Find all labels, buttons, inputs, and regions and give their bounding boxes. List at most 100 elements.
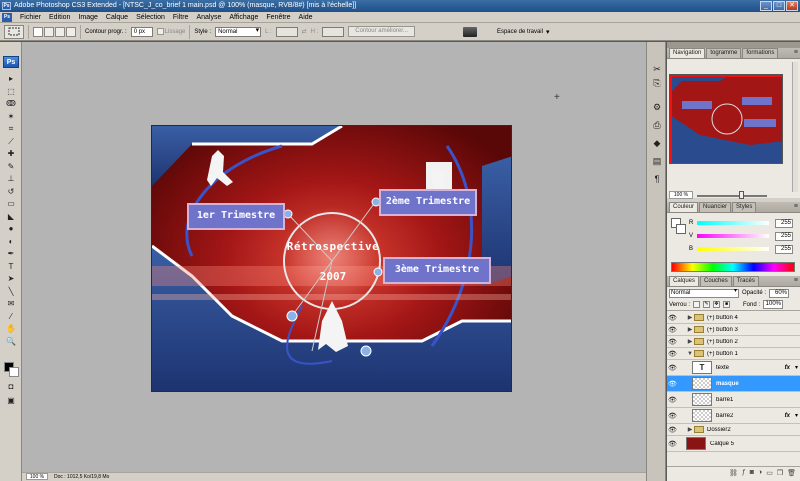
type-icon[interactable]: T	[4, 262, 18, 272]
workspace-menu[interactable]: Espace de travail ▾	[497, 28, 550, 36]
panel-menu-icon[interactable]: ≡	[794, 203, 798, 210]
layer-group-row[interactable]: 👁 ▶ (+) button 3	[667, 324, 800, 336]
path-select-icon[interactable]: ➤	[4, 274, 18, 284]
eraser-icon[interactable]: ▭	[4, 199, 18, 209]
visibility-eye-icon[interactable]: 👁	[667, 396, 678, 404]
menu-aide[interactable]: Aide	[295, 12, 317, 23]
dock-tool-icon[interactable]: ▤	[651, 156, 663, 166]
navigator-slider-thumb[interactable]	[739, 191, 744, 199]
lock-all-icon[interactable]: ■	[723, 301, 731, 308]
add-mask-icon[interactable]: ◙	[750, 469, 754, 476]
layer-row[interactable]: 👁 barre1	[667, 392, 800, 408]
tool-preset-picker[interactable]	[4, 24, 24, 39]
lock-pixels-icon[interactable]: ✎	[703, 301, 711, 308]
menu-analyse[interactable]: Analyse	[192, 12, 225, 23]
visibility-eye-icon[interactable]: 👁	[667, 364, 678, 372]
chevron-down-icon[interactable]: ▾	[795, 412, 798, 419]
visibility-eye-icon[interactable]: 👁	[667, 380, 678, 388]
navigator-view-box[interactable]	[670, 75, 782, 163]
tab-traces[interactable]: Tracés	[732, 276, 759, 286]
tab-couches[interactable]: Couches	[700, 276, 732, 286]
minimize-button[interactable]: _	[760, 1, 772, 11]
menu-calque[interactable]: Calque	[102, 12, 132, 23]
navigator-scrollbar[interactable]	[792, 62, 798, 192]
color-spectrum[interactable]	[671, 262, 795, 272]
doc-size[interactable]: Doc : 1012,5 Ko/19,8 Mo	[54, 473, 109, 481]
screen-mode-icon[interactable]: ▣	[4, 396, 18, 406]
background-color-swatch[interactable]	[9, 367, 19, 377]
menu-filtre[interactable]: Filtre	[169, 12, 193, 23]
tab-histogramme[interactable]: togramme	[706, 48, 742, 58]
move-icon[interactable]: ▸	[4, 74, 18, 84]
chevron-right-icon[interactable]: ▶	[686, 326, 694, 333]
q2-button-label[interactable]: 2ème Trimestre	[382, 196, 474, 207]
tab-informations[interactable]: formations	[742, 48, 779, 58]
q3-button-label[interactable]: 3ème Trimestre	[386, 264, 488, 275]
bucket-icon[interactable]: ◣	[4, 212, 18, 222]
red-value[interactable]: 255	[775, 218, 793, 228]
blue-value[interactable]: 255	[775, 244, 793, 254]
layer-group-row[interactable]: 👁 ▶ (+) button 4	[667, 312, 800, 324]
add-style-icon[interactable]: ƒ	[742, 469, 746, 476]
chevron-right-icon[interactable]: ▶	[686, 314, 694, 321]
dock-tool-icon[interactable]: ⎙	[651, 120, 663, 130]
link-layers-icon[interactable]: ⛓	[729, 469, 738, 477]
hand-icon[interactable]: ✋	[4, 324, 18, 334]
layer-effects-icon[interactable]: fx	[785, 365, 790, 371]
width-input[interactable]	[275, 26, 298, 37]
blend-mode-select[interactable]: Normal	[669, 288, 739, 298]
new-group-icon[interactable]: ▭	[766, 469, 773, 477]
zoom-field[interactable]: 100 %	[26, 473, 48, 480]
pen-icon[interactable]: ✒	[4, 249, 18, 259]
panel-menu-icon[interactable]: ≡	[794, 49, 798, 56]
style-select[interactable]: Normal	[215, 26, 262, 37]
history-brush-icon[interactable]: ↺	[4, 187, 18, 197]
crop-icon[interactable]: ⌗	[4, 124, 18, 134]
close-button[interactable]: ✕	[786, 1, 798, 11]
layer-row[interactable]: 👁 masque	[667, 376, 800, 392]
tab-couleur[interactable]: Couleur	[669, 202, 699, 212]
blue-slider[interactable]	[697, 247, 769, 251]
stamp-icon[interactable]: ⊥	[4, 174, 18, 184]
tab-calques[interactable]: Calques	[669, 276, 700, 286]
ps-menu-icon[interactable]: Ps	[2, 12, 12, 22]
color-background-swatch[interactable]	[676, 224, 686, 234]
menu-fichier[interactable]: Fichier	[16, 12, 45, 23]
antialias-checkbox[interactable]	[156, 27, 164, 35]
menu-fenetre[interactable]: Fenêtre	[262, 12, 294, 23]
eyedropper-icon[interactable]: ⁄	[4, 312, 18, 322]
tab-styles[interactable]: Styles	[732, 202, 757, 212]
layer-effects-icon[interactable]: fx	[785, 413, 790, 419]
navigator-zoom-slider[interactable]	[697, 195, 767, 197]
height-input[interactable]	[322, 26, 345, 37]
visibility-eye-icon[interactable]: 👁	[667, 338, 678, 346]
fill-input[interactable]: 100%	[763, 300, 784, 309]
swap-icon[interactable]: ⇄	[302, 28, 307, 35]
visibility-eye-icon[interactable]: 👁	[667, 412, 678, 420]
menu-selection[interactable]: Sélection	[132, 12, 169, 23]
menu-image[interactable]: Image	[74, 12, 101, 23]
bridge-icon[interactable]	[462, 26, 477, 37]
chevron-down-icon[interactable]: ▼	[686, 351, 694, 357]
menu-edition[interactable]: Edition	[45, 12, 74, 23]
dock-tool-icon[interactable]: ◆	[651, 138, 663, 148]
chevron-down-icon[interactable]: ▾	[795, 364, 798, 371]
layer-group-row[interactable]: 👁 ▼ (+) button 1	[667, 348, 800, 360]
chevron-right-icon[interactable]: ▶	[686, 338, 694, 345]
layer-row[interactable]: 👁 Calque 5	[667, 436, 800, 452]
healing-icon[interactable]: ✚	[4, 149, 18, 159]
chevron-right-icon[interactable]: ▶	[686, 426, 694, 433]
blur-icon[interactable]: ●	[4, 224, 18, 234]
dock-tool-icon[interactable]: ⎘	[651, 78, 663, 88]
notes-icon[interactable]: ✉	[4, 299, 18, 309]
tab-navigation[interactable]: Navigation	[669, 48, 706, 58]
dock-tool-icon[interactable]: ✂	[651, 64, 663, 74]
slice-icon[interactable]: ⟋	[4, 137, 18, 147]
visibility-eye-icon[interactable]: 👁	[667, 326, 678, 334]
adjustment-layer-icon[interactable]: ◑	[758, 469, 762, 476]
delete-layer-icon[interactable]: 🗑	[787, 469, 796, 477]
visibility-eye-icon[interactable]: 👁	[667, 314, 678, 322]
brush-icon[interactable]: ✎	[4, 162, 18, 172]
magic-wand-icon[interactable]: ✶	[4, 112, 18, 122]
feather-input[interactable]: 0 px	[130, 26, 153, 37]
